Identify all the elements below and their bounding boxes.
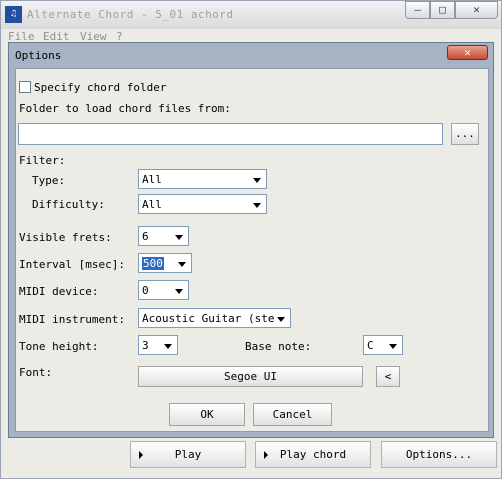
- type-value: All: [142, 173, 162, 186]
- play-button-label: Play: [174, 448, 202, 461]
- specify-folder-label: Specify chord folder: [34, 81, 167, 94]
- options-dialog: Options ✕ Specify chord folder Folder to…: [8, 42, 494, 438]
- tone-height-select[interactable]: 3: [138, 335, 178, 355]
- midi-device-label: MIDI device:: [19, 285, 99, 298]
- midi-instrument-select[interactable]: Acoustic Guitar (steel): [138, 308, 291, 328]
- interval-label: Interval [msec]:: [19, 258, 125, 271]
- chevron-down-icon: [277, 317, 285, 322]
- chevron-down-icon: [389, 344, 397, 349]
- midi-instrument-label: MIDI instrument:: [19, 313, 125, 326]
- folder-label: Folder to load chord files from:: [19, 102, 231, 115]
- tone-height-label: Tone height:: [19, 340, 99, 353]
- options-button-label: Options...: [405, 448, 473, 461]
- font-button[interactable]: Segoe UI: [138, 366, 363, 387]
- base-note-value: C: [367, 339, 374, 352]
- maximize-button[interactable]: □: [430, 1, 455, 19]
- main-title-bar: ♫ Alternate Chord - 5_01 achord – □ ✕: [1, 1, 501, 29]
- minimize-button[interactable]: –: [405, 1, 430, 19]
- difficulty-select[interactable]: All: [138, 194, 267, 214]
- base-note-select[interactable]: C: [363, 335, 403, 355]
- ok-button[interactable]: OK: [169, 403, 245, 426]
- cancel-button[interactable]: Cancel: [253, 403, 332, 426]
- dialog-close-button[interactable]: ✕: [447, 45, 488, 60]
- play-chord-button[interactable]: Play chord: [255, 441, 371, 468]
- visible-frets-label: Visible frets:: [19, 231, 112, 244]
- base-note-label: Base note:: [245, 340, 312, 353]
- chevron-down-icon: [164, 344, 172, 349]
- type-label: Type:: [32, 174, 66, 187]
- visible-frets-select[interactable]: 6: [138, 226, 189, 246]
- specify-folder-checkbox[interactable]: [19, 81, 31, 93]
- midi-instrument-value: Acoustic Guitar (steel): [142, 312, 274, 325]
- difficulty-value: All: [142, 198, 162, 211]
- dialog-title: Options: [15, 49, 62, 62]
- close-window-button[interactable]: ✕: [455, 1, 498, 19]
- chevron-down-icon: [253, 203, 261, 208]
- options-button[interactable]: Options...: [381, 441, 497, 468]
- interval-value-wrap: 500: [142, 257, 164, 270]
- difficulty-label: Difficulty:: [32, 198, 105, 211]
- chevron-down-icon: [178, 262, 186, 267]
- window-title: Alternate Chord - 5_01 achord: [27, 8, 234, 21]
- tone-height-value: 3: [142, 339, 149, 352]
- dialog-body: Specify chord folder Folder to load chor…: [15, 68, 489, 432]
- browse-button[interactable]: ...: [451, 123, 479, 145]
- font-label: Font:: [19, 366, 53, 379]
- chevron-down-icon: [175, 235, 183, 240]
- interval-select[interactable]: 500: [138, 253, 192, 273]
- folder-input[interactable]: [18, 123, 443, 145]
- filter-label: Filter:: [19, 154, 66, 167]
- app-icon: ♫: [5, 6, 22, 23]
- chevron-down-icon: [175, 289, 183, 294]
- chevron-down-icon: [253, 178, 261, 183]
- type-select[interactable]: All: [138, 169, 267, 189]
- play-button[interactable]: Play: [130, 441, 246, 468]
- midi-device-select[interactable]: 0: [138, 280, 189, 300]
- visible-frets-value: 6: [142, 230, 149, 243]
- interval-value: 500: [142, 257, 164, 270]
- play-chord-button-label: Play chord: [279, 448, 347, 461]
- font-reset-button[interactable]: <: [376, 366, 400, 387]
- midi-device-value: 0: [142, 284, 149, 297]
